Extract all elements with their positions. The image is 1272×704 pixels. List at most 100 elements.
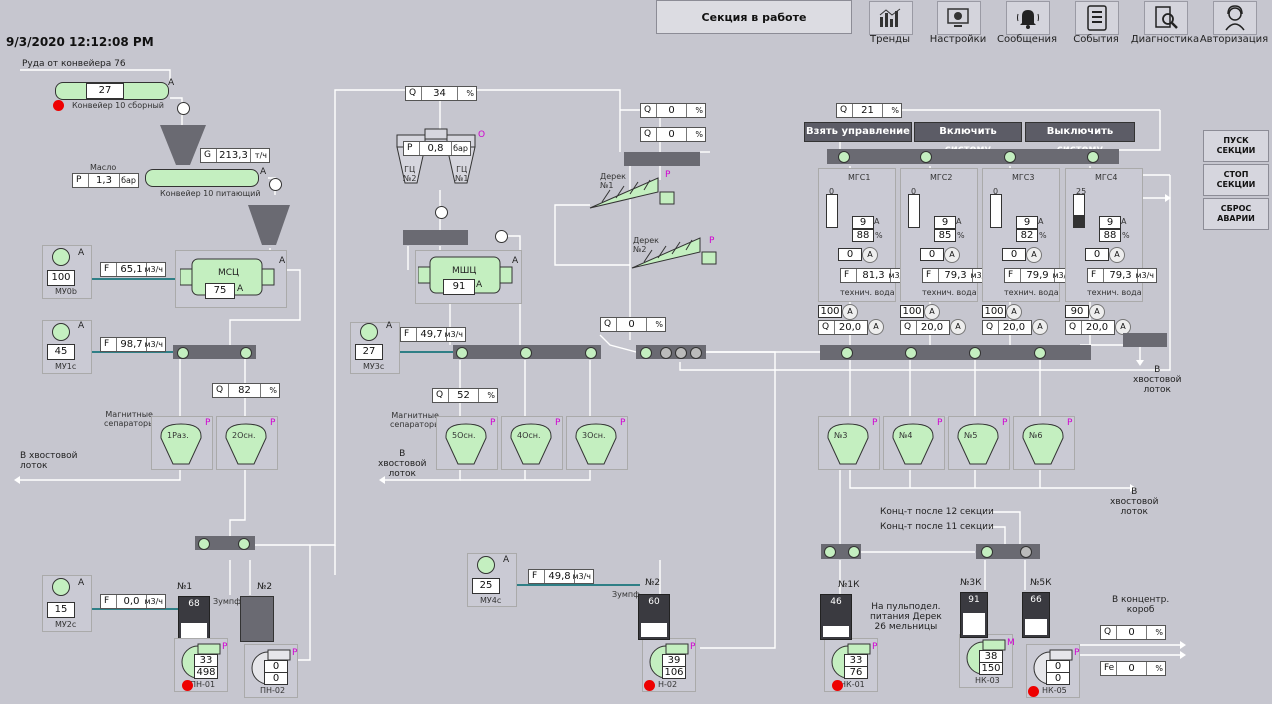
enable-system-button[interactable]: Включить систему [914, 122, 1022, 155]
mgs-gauge-3: A [1109, 247, 1125, 263]
mgs-q-gauge-1: A [950, 319, 966, 335]
right-gate-1[interactable] [841, 347, 853, 359]
pump-flow-0: 498 [194, 666, 218, 679]
separator-left-0[interactable] [155, 422, 207, 468]
conc-right-gate-2[interactable] [1020, 546, 1032, 558]
separator-right-label-1: №4 [899, 431, 913, 440]
mgs-current-1: 9 [934, 216, 956, 229]
pump-flow-4: 150 [979, 662, 1003, 675]
mgs-current-unit-0: A [874, 217, 880, 226]
separator-right-1[interactable] [887, 422, 939, 468]
mgs-gate-2[interactable] [920, 151, 932, 163]
messages-button[interactable]: Сообщения [994, 0, 1060, 46]
tank-5k[interactable]: 66 [1022, 592, 1050, 638]
tail-left-label: В хвостовой лоток [20, 451, 78, 471]
take-control-button[interactable]: Взять управление [804, 122, 912, 142]
separator-right-2[interactable] [952, 422, 1004, 468]
separator-left-status-0: P [205, 418, 211, 428]
diagnostics-label: Диагностика [1130, 34, 1200, 45]
conveyor-10-collect-label: Конвейер 10 сборный [72, 101, 164, 110]
mid-gate-4[interactable] [690, 347, 702, 359]
separator-right-label-2: №5 [964, 431, 978, 440]
tail-mid-label: В хвостовой лоток [378, 449, 427, 479]
reset-alarm-button[interactable]: СБРОС АВАРИИ [1203, 198, 1269, 230]
center-gate-2[interactable] [520, 347, 532, 359]
pump-label-3: НК-01 [840, 680, 865, 689]
left-distributor-gate-1[interactable] [177, 347, 189, 359]
conc-12-label: Конц-т после 12 секции [880, 507, 994, 517]
conveyor-sensor[interactable] [177, 102, 190, 115]
q-conc-box: Q 0% [1100, 625, 1166, 640]
mid-gate-2[interactable] [660, 347, 672, 359]
mgs-gate-4[interactable] [1087, 151, 1099, 163]
events-button[interactable]: События [1063, 0, 1129, 46]
center-gate-1[interactable] [456, 347, 468, 359]
mgs-level-tank-0[interactable] [826, 194, 838, 228]
left-distributor-gate-2[interactable] [240, 347, 252, 359]
tank-1k[interactable]: 46 [820, 594, 852, 640]
lower-left-gate-1[interactable] [198, 538, 210, 550]
disable-system-button[interactable]: Выключить систему [1025, 122, 1135, 155]
tank-1[interactable]: 68 [178, 596, 210, 642]
conc-left-gate-2[interactable] [848, 546, 860, 558]
separator-right-status-0: P [872, 418, 878, 428]
mgs-level-tank-2[interactable] [990, 194, 1002, 228]
mgs-level-tank-3[interactable] [1073, 194, 1085, 228]
flow-my1c-box: F 98,7 м3/ч [100, 337, 166, 352]
center-gate-3[interactable] [585, 347, 597, 359]
separator-left-label-1: 2Осн. [232, 431, 256, 440]
valve-my4c-indicator[interactable] [477, 556, 495, 574]
separator-mid-status-2: P [620, 418, 626, 428]
center-sensor[interactable] [495, 230, 508, 243]
valve-my1c-indicator[interactable] [52, 323, 70, 341]
feed-sensor[interactable] [269, 178, 282, 191]
hydrocyclones[interactable] [395, 125, 477, 195]
right-gate-2[interactable] [905, 347, 917, 359]
conc-right-gate-1[interactable] [981, 546, 993, 558]
gc-sensor[interactable] [435, 206, 448, 219]
tank-3k[interactable]: 91 [960, 592, 988, 638]
separator-right-0[interactable] [822, 422, 874, 468]
separator-right-3[interactable] [1017, 422, 1069, 468]
derek-screen-2[interactable] [630, 232, 720, 272]
mgs-level-tank-1[interactable] [908, 194, 920, 228]
separator-mid-0[interactable] [440, 422, 492, 468]
conc-left-gate-1[interactable] [824, 546, 836, 558]
mgs-pct-0: 88 [852, 229, 874, 242]
valve-my0b-indicator[interactable] [52, 248, 70, 266]
valve-my2c-indicator[interactable] [52, 578, 70, 596]
tank-2[interactable] [240, 596, 274, 642]
valve-my1c-label: МУ1c [55, 362, 77, 371]
tank-3[interactable]: 60 [638, 594, 670, 640]
mgs-gate-3[interactable] [1004, 151, 1016, 163]
mgs-name-1: МГС2 [930, 173, 953, 182]
fe-conc-box: Fe 0% [1100, 661, 1166, 676]
auth-button[interactable]: Авторизация [1200, 0, 1268, 46]
mgs-distributor [827, 149, 1119, 164]
stop-section-button[interactable]: СТОП СЕКЦИИ [1203, 164, 1269, 196]
start-section-button[interactable]: ПУСК СЕКЦИИ [1203, 130, 1269, 162]
separator-mid-2[interactable] [570, 422, 622, 468]
mgs-gate-1[interactable] [838, 151, 850, 163]
mid-gate-1[interactable] [640, 347, 652, 359]
separator-mid-1[interactable] [505, 422, 557, 468]
pump-label-4: НК-03 [975, 676, 1000, 685]
trends-button[interactable]: Тренды [857, 0, 923, 46]
mgs-valve-0: 100 [818, 305, 842, 318]
tail-box-right [1123, 333, 1167, 347]
separator-left-1[interactable] [220, 422, 272, 468]
flow-my0b-box: F 65,1 м3/ч [100, 262, 166, 277]
tank-5k-label: №5К [1030, 578, 1052, 588]
mgs-valve-2: 100 [982, 305, 1006, 318]
valve-my3c-indicator[interactable] [360, 323, 378, 341]
mid-gate-3[interactable] [675, 347, 687, 359]
diagnostics-button[interactable]: Диагностика [1131, 0, 1199, 46]
lower-left-gate-2[interactable] [238, 538, 250, 550]
conc-11-label: Конц-т после 11 секции [880, 522, 994, 532]
settings-button[interactable]: Настройки [925, 0, 991, 46]
mgs-gauge-0: A [862, 247, 878, 263]
tank-3k-label: №3К [960, 578, 982, 588]
right-gate-4[interactable] [1034, 347, 1046, 359]
conveyor-10-feed[interactable] [145, 169, 259, 187]
right-gate-3[interactable] [969, 347, 981, 359]
